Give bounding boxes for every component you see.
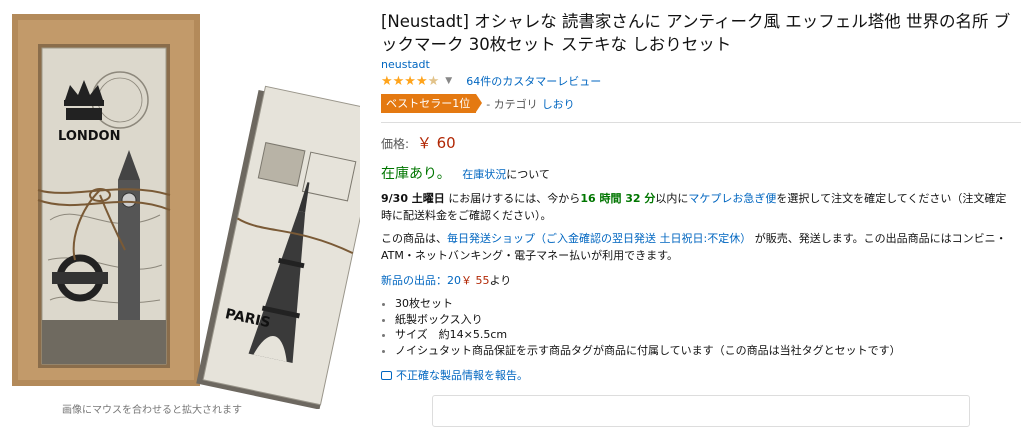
express-shipping-link[interactable]: マケプレお急ぎ便 (688, 192, 776, 205)
speech-bubble-icon (381, 370, 392, 380)
product-title: [Neustadt] オシャレな 読書家さんに アンティーク風 エッフェル塔他 … (381, 12, 1011, 54)
delivery-info: 9/30 土曜日 にお届けするには、今から16 時間 32 分以内にマケプレお急… (381, 190, 1011, 224)
product-detail: [Neustadt] オシャレな 読書家さんに アンティーク風 エッフェル塔他 … (381, 10, 1021, 383)
seller-prefix: この商品は、 (381, 232, 447, 245)
report-link[interactable]: 不正確な製品情報を報告。 (396, 367, 528, 383)
seller-info: この商品は、毎日発送ショップ（ご入金確認の翌日発送 土日祝日:不定休） が販売、… (381, 230, 1011, 264)
list-item: ノイシュタット商品保証を示す商品タグが商品に付属しています（この商品は当社タグと… (395, 343, 1011, 359)
divider (381, 122, 1021, 123)
stock-row: 在庫あり。 在庫状況について (381, 163, 1011, 183)
paris-card-stack: PARIS (196, 85, 360, 409)
bestseller-badge[interactable]: ベストセラー1位 (381, 94, 483, 113)
list-item: 紙製ボックス入り (395, 312, 1011, 328)
london-card-text: LONDON (58, 129, 120, 144)
bestseller-row: ベストセラー1位 - カテゴリ しおり (381, 94, 1011, 113)
delivery-countdown: 16 時間 32 分 (580, 192, 656, 205)
bottom-panel (432, 395, 970, 427)
rating-row: ★★★★★ ▼ 64件のカスタマーレビュー (381, 72, 1011, 90)
bookmark-set-photo: LONDON PARIS (12, 14, 360, 409)
delivery-text-2: 以内に (655, 192, 689, 205)
seller-shop-link[interactable]: 毎日発送ショップ（ご入金確認の翌日発送 土日祝日:不定休） (447, 232, 751, 245)
new-offers-price: ￥ 55 (461, 274, 490, 287)
in-stock-label: 在庫あり。 (381, 166, 451, 182)
list-item: 30枚セット (395, 296, 1011, 312)
product-image[interactable]: LONDON PARIS (0, 0, 360, 409)
new-offers-link[interactable]: 新品の出品：20 (381, 274, 461, 287)
new-offers-suffix: より (489, 274, 512, 287)
new-offers: 新品の出品：20￥ 55より (381, 272, 1011, 288)
delivery-text-1: にお届けするには、今から (448, 192, 581, 205)
reviews-link[interactable]: 64件のカスタマーレビュー (466, 73, 601, 89)
delivery-date: 9/30 土曜日 (381, 192, 445, 205)
chevron-down-icon[interactable]: ▼ (445, 76, 452, 86)
list-item: サイズ 約14×5.5cm (395, 327, 1011, 343)
price-label: 価格: (381, 137, 410, 151)
price-value: ￥ 60 (416, 134, 456, 152)
stock-status-suffix: について (506, 168, 550, 181)
star-rating-icon[interactable]: ★★★★★ (381, 74, 439, 89)
brand-link[interactable]: neustadt (381, 58, 1011, 71)
price-row: 価格: ￥ 60 (381, 132, 1011, 153)
category-prefix: - カテゴリ (486, 97, 538, 111)
stock-status-link[interactable]: 在庫状況 (462, 168, 506, 181)
feature-bullets: 30枚セット 紙製ボックス入り サイズ 約14×5.5cm ノイシュタット商品保… (381, 296, 1011, 358)
category-link[interactable]: しおり (542, 96, 575, 112)
report-row: 不正確な製品情報を報告。 (381, 367, 1011, 383)
